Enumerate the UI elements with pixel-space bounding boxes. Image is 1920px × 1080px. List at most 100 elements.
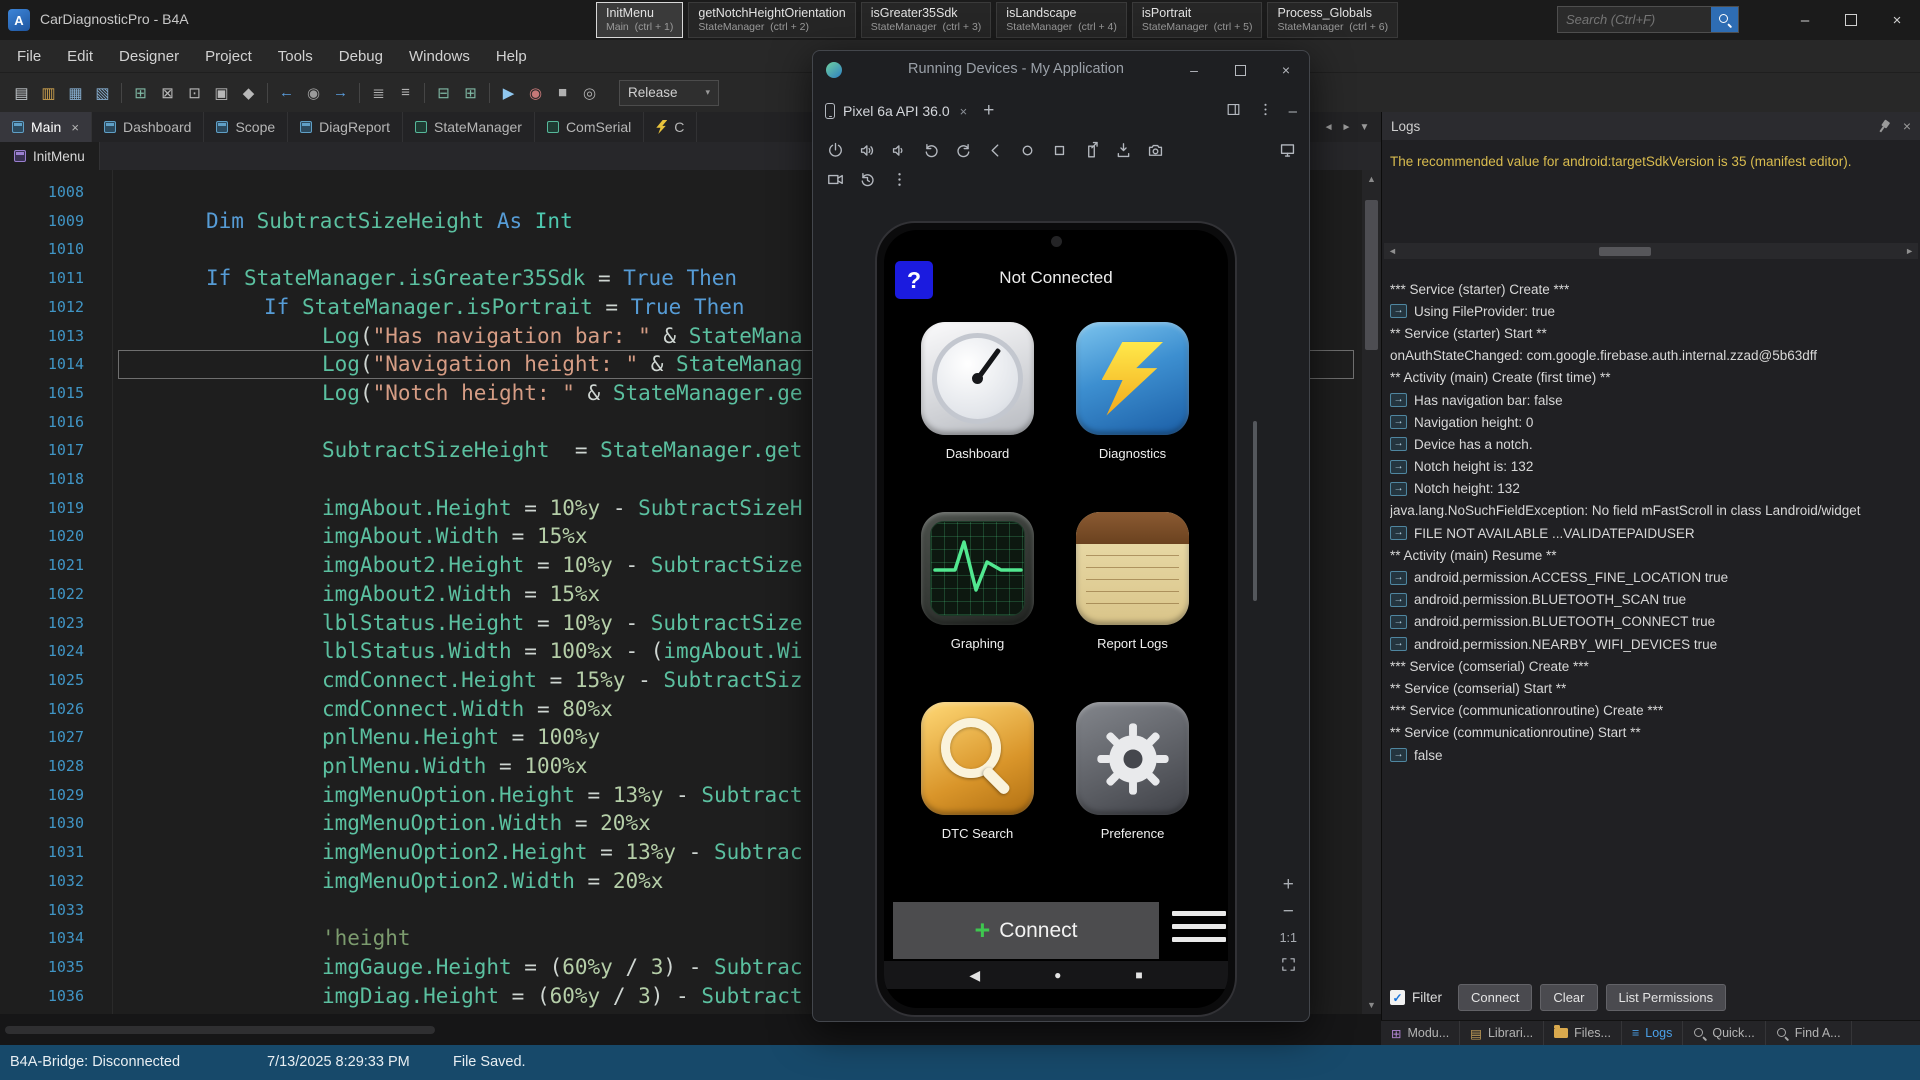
menu-debug[interactable]: Debug (326, 40, 396, 72)
device-kebab-icon[interactable] (885, 166, 913, 192)
module-tab-islandscape[interactable]: isLandscapeStateManager (ctrl + 4) (996, 2, 1127, 38)
device-overview-icon[interactable] (1045, 137, 1073, 163)
search-app-icon[interactable] (921, 702, 1034, 815)
log-entry[interactable]: →Has navigation bar: false (1390, 389, 1919, 411)
sub-tab-initmenu[interactable]: InitMenu (0, 142, 100, 170)
scroll-up-icon[interactable]: ▲ (1362, 174, 1381, 184)
app-item-dtc-search[interactable]: DTC Search (920, 702, 1035, 842)
list-permissions-button[interactable]: List Permissions (1606, 984, 1727, 1011)
device-volume-down-icon[interactable] (885, 137, 913, 163)
log-expand-icon[interactable]: → (1390, 526, 1407, 540)
toolbar-expand-all-icon[interactable]: ⊞ (457, 79, 484, 106)
device-screen[interactable]: ? Not Connected DashboardDiagnosticsGrap… (884, 230, 1228, 1008)
device-back-icon[interactable] (981, 137, 1009, 163)
module-tab-initmenu[interactable]: InitMenuMain (ctrl + 1) (596, 2, 683, 38)
module-tab-isgreater35sdk[interactable]: isGreater35SdkStateManager (ctrl + 3) (861, 2, 992, 38)
search-button[interactable] (1711, 7, 1738, 32)
log-expand-icon[interactable]: → (1390, 393, 1407, 407)
log-entry[interactable]: java.lang.NoSuchFieldException: No field… (1390, 500, 1919, 522)
tab-list-icon[interactable]: ▼ (1359, 122, 1369, 133)
log-entry[interactable]: ** Service (comserial) Start ** (1390, 677, 1919, 699)
pin-panel-icon[interactable] (1875, 117, 1892, 135)
log-entry[interactable]: →android.permission.ACCESS_FINE_LOCATION… (1390, 566, 1919, 588)
toolbar-save-all-icon[interactable]: ▧ (89, 79, 116, 106)
scope-app-icon[interactable] (921, 512, 1034, 625)
nav-recents-button[interactable]: ■ (1135, 968, 1142, 982)
log-entry[interactable]: →Notch height is: 132 (1390, 456, 1919, 478)
toolbar-bookmark-icon[interactable]: ◆ (235, 79, 262, 106)
log-expand-icon[interactable]: → (1390, 415, 1407, 429)
doc-tab-statemanager[interactable]: StateManager (403, 112, 535, 142)
close-panel-icon[interactable]: × (1903, 118, 1911, 134)
app-item-report-logs[interactable]: Report Logs (1075, 512, 1190, 652)
app-item-preference[interactable]: Preference (1075, 702, 1190, 842)
nav-back-button[interactable]: ◀ (969, 967, 980, 984)
log-expand-icon[interactable]: → (1390, 748, 1407, 762)
scroll-down-icon[interactable]: ▼ (1362, 1000, 1381, 1010)
log-entry[interactable]: ** Service (starter) Start ** (1390, 322, 1919, 344)
log-expand-icon[interactable]: → (1390, 437, 1407, 451)
toolbar-navigate-forward-icon[interactable]: → (327, 79, 354, 106)
log-entry[interactable]: →Device has a notch. (1390, 433, 1919, 455)
toolbar-cut-icon[interactable]: ⊠ (154, 79, 181, 106)
app-item-graphing[interactable]: Graphing (920, 512, 1035, 652)
menu-file[interactable]: File (4, 40, 54, 72)
layout-toggle-icon[interactable] (1225, 101, 1242, 122)
toolbar-new-file-icon[interactable]: ▤ (8, 79, 35, 106)
device-rotate-right-icon[interactable] (949, 137, 977, 163)
scrollbar-thumb[interactable] (1599, 247, 1651, 256)
device-power-icon[interactable] (821, 137, 849, 163)
scroll-tabs-left-icon[interactable]: ◄ (1324, 122, 1334, 133)
toolbar-open-project-icon[interactable]: ▥ (35, 79, 62, 106)
log-expand-icon[interactable]: → (1390, 460, 1407, 474)
doc-tab-c[interactable]: C (644, 112, 697, 142)
filter-checkbox[interactable]: ✓ (1390, 990, 1405, 1005)
dock-tab-files[interactable]: Files... (1544, 1021, 1622, 1045)
maximize-button[interactable] (1217, 51, 1263, 89)
toolbar-navigate-dot-icon[interactable]: ◉ (300, 79, 327, 106)
build-configuration-dropdown[interactable]: Release ▾ (619, 80, 719, 106)
add-device-tab-button[interactable]: + (983, 100, 994, 122)
log-entry[interactable]: →android.permission.NEARBY_WIFI_DEVICES … (1390, 633, 1919, 655)
editor-vertical-scrollbar[interactable]: ▲ ▼ (1362, 170, 1381, 1014)
log-expand-icon[interactable]: → (1390, 637, 1407, 651)
fit-to-screen-button[interactable] (1280, 956, 1297, 978)
running-devices-titlebar[interactable]: Running Devices - My Application –× (813, 51, 1309, 89)
log-expand-icon[interactable]: → (1390, 482, 1407, 496)
gear-app-icon[interactable] (1076, 702, 1189, 815)
close-tab-icon[interactable]: × (960, 104, 968, 119)
device-tab[interactable]: Pixel 6a API 36.0 × (825, 103, 967, 119)
doc-tab-main[interactable]: Main× (0, 112, 92, 142)
hide-panel-icon[interactable]: – (1289, 103, 1297, 120)
zap-app-icon[interactable] (1076, 322, 1189, 435)
log-entry[interactable]: →Notch height: 132 (1390, 478, 1919, 500)
close-tab-icon[interactable]: × (71, 120, 79, 135)
doc-tab-scope[interactable]: Scope (204, 112, 288, 142)
device-home-icon[interactable] (1013, 137, 1041, 163)
connect-button[interactable]: + Connect (893, 902, 1159, 959)
dock-tab-quick[interactable]: Quick... (1683, 1021, 1765, 1045)
menu-designer[interactable]: Designer (106, 40, 192, 72)
nav-home-button[interactable]: ● (1054, 968, 1061, 982)
logs-horizontal-scrollbar[interactable]: ◄ ► (1384, 243, 1918, 259)
log-entry[interactable]: →android.permission.BLUETOOTH_CONNECT tr… (1390, 611, 1919, 633)
menu-edit[interactable]: Edit (54, 40, 106, 72)
device-display-icon[interactable] (1273, 137, 1301, 163)
scrollbar-thumb[interactable] (5, 1026, 435, 1034)
scroll-tabs-right-icon[interactable]: ► (1342, 122, 1352, 133)
toolbar-debug-icon[interactable]: ◉ (522, 79, 549, 106)
toolbar-stop-icon[interactable]: ■ (549, 79, 576, 106)
more-options-icon[interactable] (1257, 101, 1274, 122)
log-entry[interactable]: *** Service (communicationroutine) Creat… (1390, 700, 1919, 722)
close-button[interactable]: × (1874, 0, 1920, 40)
toolbar-copy-icon[interactable]: ⊡ (181, 79, 208, 106)
device-snapshot-icon[interactable] (1077, 137, 1105, 163)
app-item-dashboard[interactable]: Dashboard (920, 322, 1035, 462)
toolbar-run-icon[interactable]: ▶ (495, 79, 522, 106)
toolbar-navigate-back-icon[interactable]: ← (273, 79, 300, 106)
device-rotate-left-icon[interactable] (917, 137, 945, 163)
log-entry[interactable]: onAuthStateChanged: com.google.firebase.… (1390, 345, 1919, 367)
close-button[interactable]: × (1263, 51, 1309, 89)
log-entry[interactable]: *** Service (comserial) Create *** (1390, 655, 1919, 677)
menu-tools[interactable]: Tools (265, 40, 326, 72)
